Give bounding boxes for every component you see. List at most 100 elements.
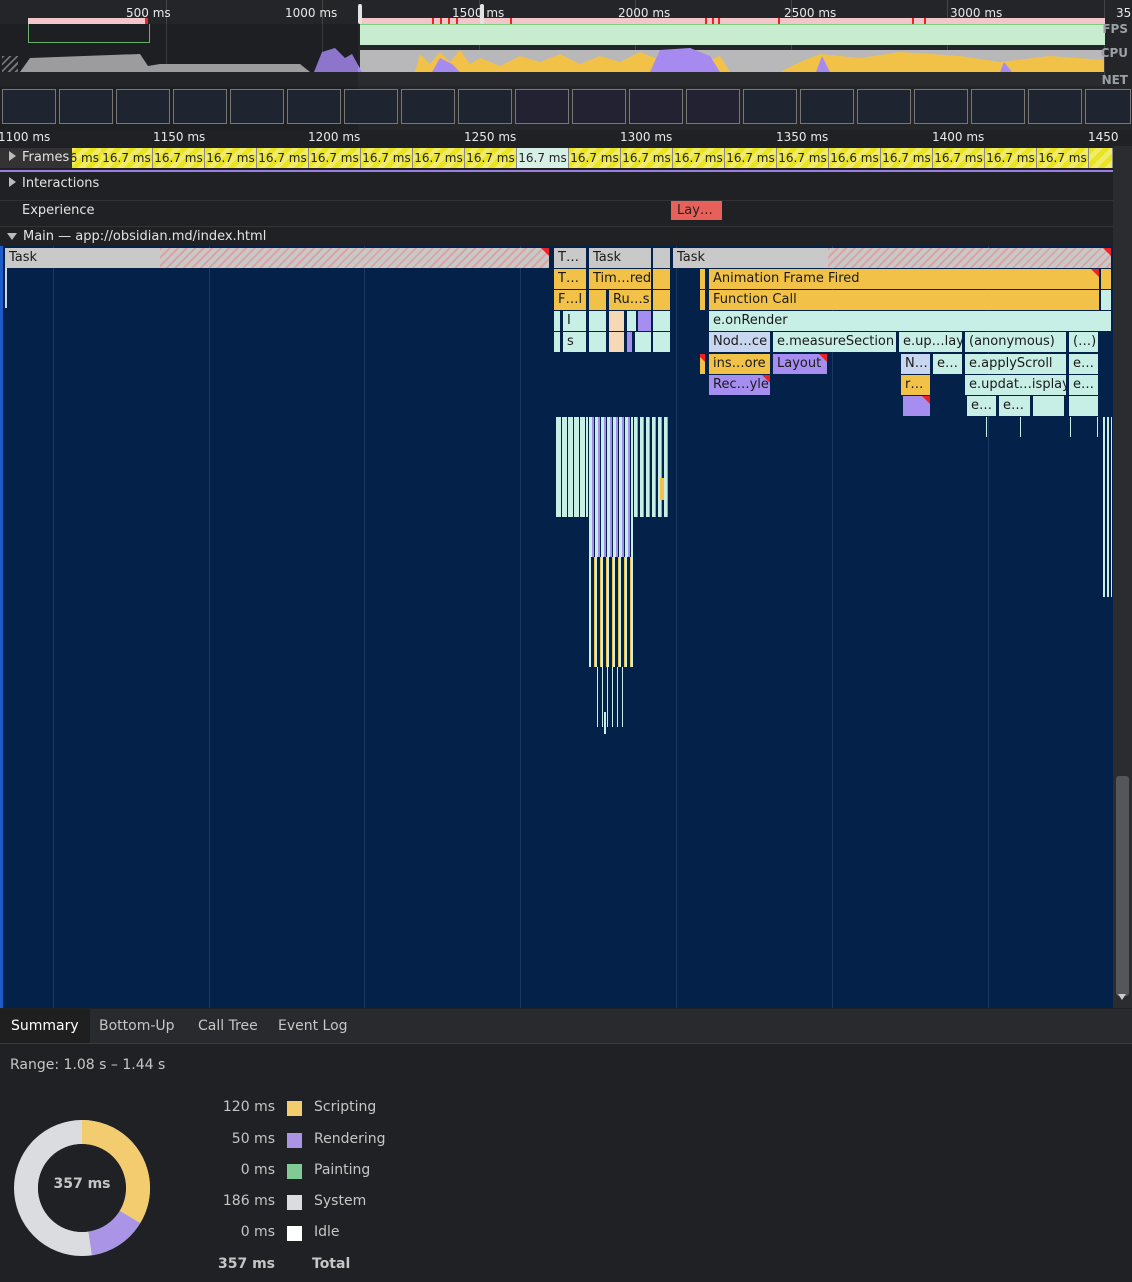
- function-bar[interactable]: [1033, 396, 1065, 416]
- recalc-style-bar[interactable]: Rec…yle: [709, 375, 771, 395]
- frame-cell[interactable]: 16.7 ms: [361, 148, 413, 168]
- function-bar[interactable]: [700, 354, 706, 374]
- screenshot-thumbnail[interactable]: [230, 89, 284, 124]
- layout-shift-event[interactable]: Lay…ft: [671, 201, 722, 237]
- experience-track[interactable]: Experience Lay…ft: [0, 200, 1113, 237]
- anonymous-bar[interactable]: (anonymous): [965, 332, 1067, 352]
- selection-right-handle[interactable]: [480, 4, 484, 24]
- frame-cell[interactable]: 16.7 ms: [569, 148, 621, 168]
- screenshot-thumbnail[interactable]: [857, 89, 911, 124]
- function-bar[interactable]: [653, 311, 671, 331]
- layout-bar[interactable]: Layout: [773, 354, 828, 374]
- update-layout-bar[interactable]: e.up…lay: [899, 332, 963, 352]
- screenshot-thumbnail[interactable]: [458, 89, 512, 124]
- screenshot-thumbnail[interactable]: [401, 89, 455, 124]
- screenshot-thumbnail[interactable]: [971, 89, 1025, 124]
- function-bar[interactable]: e…: [933, 354, 963, 374]
- run-microtasks-bar[interactable]: Ru…s: [609, 290, 652, 310]
- function-bar[interactable]: [554, 332, 561, 352]
- main-track-header[interactable]: Main — app://obsidian.md/index.html: [0, 226, 1113, 247]
- function-bar[interactable]: [638, 311, 652, 331]
- function-bar[interactable]: [609, 311, 625, 331]
- on-render-bar[interactable]: e.onRender: [709, 311, 1112, 331]
- screenshot-filmstrip[interactable]: [0, 86, 1132, 124]
- function-bar[interactable]: e…: [967, 396, 997, 416]
- frame-cell[interactable]: 16.7 ms: [413, 148, 465, 168]
- task-bar[interactable]: T…: [554, 248, 587, 268]
- animation-frame-fired-bar[interactable]: Animation Frame Fired: [709, 269, 1100, 289]
- screenshot-thumbnail[interactable]: [344, 89, 398, 124]
- scroll-down-arrow-icon[interactable]: [1118, 994, 1126, 1000]
- timer-fired-bar[interactable]: Tim…red: [589, 269, 652, 289]
- timeline-overview[interactable]: 500 ms 1000 ms 1500 ms 2000 ms 2500 ms 3…: [0, 0, 1132, 131]
- scrollbar-thumb[interactable]: [1116, 776, 1129, 996]
- function-bar[interactable]: [589, 311, 607, 331]
- function-bar[interactable]: e…: [1069, 354, 1099, 374]
- function-bar[interactable]: [627, 332, 633, 352]
- function-call-bar[interactable]: [653, 290, 671, 310]
- screenshot-thumbnail[interactable]: [173, 89, 227, 124]
- flame-chart-scrollbar[interactable]: [1113, 146, 1132, 1008]
- event-bar[interactable]: [1101, 269, 1112, 289]
- function-bar[interactable]: s: [563, 332, 587, 352]
- frame-cell[interactable]: 16.7 ms: [257, 148, 309, 168]
- function-bar[interactable]: r…: [901, 375, 931, 395]
- tab-bottom-up[interactable]: Bottom-Up: [88, 1009, 186, 1043]
- screenshot-thumbnail[interactable]: [1085, 89, 1131, 124]
- frame-cell[interactable]: 16.7 ms: [153, 148, 205, 168]
- function-bar[interactable]: (…): [1069, 332, 1099, 352]
- function-bar[interactable]: e…: [1069, 375, 1099, 395]
- tab-call-tree[interactable]: Call Tree: [187, 1009, 269, 1043]
- function-bar[interactable]: [554, 311, 561, 331]
- frames-track[interactable]: Frames 6 ms 16.7 ms 16.7 ms 16.7 ms 16.7…: [0, 148, 1113, 172]
- function-call-bar[interactable]: Function Call: [709, 290, 1100, 310]
- tab-summary[interactable]: Summary: [0, 1009, 90, 1043]
- task-bar[interactable]: [653, 248, 671, 268]
- insert-before-bar[interactable]: ins…ore: [709, 354, 771, 374]
- expand-arrow-icon[interactable]: [9, 151, 16, 161]
- function-bar[interactable]: [903, 396, 931, 416]
- measure-section-bar[interactable]: e.measureSection: [773, 332, 897, 352]
- node-bar[interactable]: Nod…ce: [709, 332, 771, 352]
- apply-scroll-bar[interactable]: e.applyScroll: [965, 354, 1067, 374]
- main-flame-chart[interactable]: Task T… Task Task T… Tim…red Animation F…: [0, 246, 1113, 1008]
- screenshot-thumbnail[interactable]: [800, 89, 854, 124]
- screenshot-thumbnail[interactable]: [686, 89, 740, 124]
- screenshot-thumbnail[interactable]: [116, 89, 170, 124]
- frame-cell[interactable]: 16.7 ms: [673, 148, 725, 168]
- function-bar[interactable]: N…: [901, 354, 931, 374]
- screenshot-thumbnail[interactable]: [287, 89, 341, 124]
- frame-cell[interactable]: 16.6 ms: [829, 148, 881, 168]
- screenshot-thumbnail[interactable]: [59, 89, 113, 124]
- function-bar[interactable]: [589, 332, 607, 352]
- function-call-bar[interactable]: [589, 290, 607, 310]
- collapse-arrow-icon[interactable]: [7, 233, 17, 240]
- event-bar[interactable]: [700, 269, 706, 289]
- frame-cell[interactable]: 16.7 ms: [777, 148, 829, 168]
- update-display-bar[interactable]: e.updat…isplay: [965, 375, 1067, 395]
- tab-event-log[interactable]: Event Log: [267, 1009, 359, 1043]
- screenshot-thumbnail[interactable]: [2, 89, 56, 124]
- screenshot-thumbnail[interactable]: [743, 89, 797, 124]
- task-bar[interactable]: Task: [673, 248, 1112, 268]
- frame-cell[interactable]: 16.7 ms: [205, 148, 257, 168]
- function-bar[interactable]: [635, 332, 652, 352]
- function-bar[interactable]: e…: [999, 396, 1031, 416]
- screenshot-thumbnail[interactable]: [515, 89, 569, 124]
- screenshot-thumbnail[interactable]: [572, 89, 626, 124]
- frame-cell[interactable]: 16.7 ms: [933, 148, 985, 168]
- frame-cell[interactable]: 16.7 ms: [985, 148, 1037, 168]
- screenshot-thumbnail[interactable]: [914, 89, 968, 124]
- frame-cell[interactable]: 16.7 ms: [621, 148, 673, 168]
- function-bar[interactable]: [627, 311, 637, 331]
- frame-cell[interactable]: 16.7 ms: [881, 148, 933, 168]
- task-bar[interactable]: Task: [589, 248, 652, 268]
- function-call-bar[interactable]: F…l: [554, 290, 587, 310]
- selection-left-handle[interactable]: [358, 4, 362, 24]
- timer-fired-bar[interactable]: T…: [554, 269, 587, 289]
- frame-cell[interactable]: 16.7 ms: [309, 148, 361, 168]
- frame-cell[interactable]: 16.7 ms: [1037, 148, 1089, 168]
- expand-arrow-icon[interactable]: [9, 177, 16, 187]
- function-bar[interactable]: [1069, 396, 1099, 416]
- screenshot-thumbnail[interactable]: [629, 89, 683, 124]
